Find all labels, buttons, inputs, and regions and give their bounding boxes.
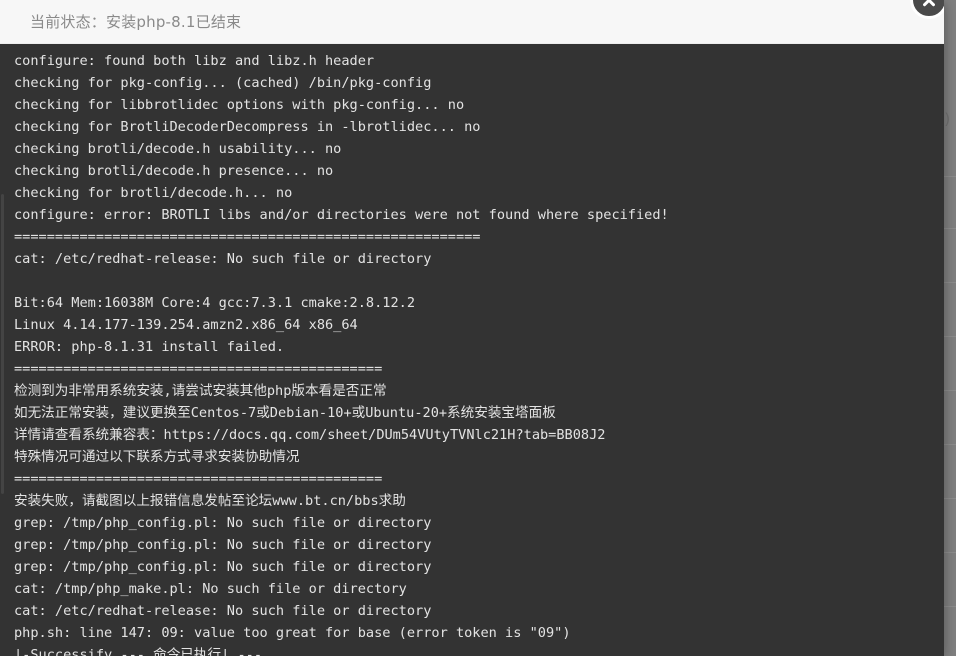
install-log-dialog: 当前状态：安装php-8.1已结束 configure: found both … bbox=[0, 0, 944, 656]
terminal-line: 检测到为非常用系统安装,请尝试安装其他php版本看是否正常 bbox=[14, 383, 387, 399]
terminal-scrollbar[interactable] bbox=[0, 44, 5, 656]
terminal-line: 如无法正常安装，建议更换至Centos-7或Debian-10+或Ubuntu-… bbox=[14, 405, 556, 421]
terminal-line: ========================================… bbox=[14, 471, 383, 487]
terminal-line: cat: /etc/redhat-release: No such file o… bbox=[14, 251, 432, 267]
terminal-line: php.sh: line 147: 09: value too great fo… bbox=[14, 625, 571, 641]
terminal-line: grep: /tmp/php_config.pl: No such file o… bbox=[14, 537, 432, 553]
terminal-line: checking for pkg-config... (cached) /bin… bbox=[14, 75, 432, 91]
terminal-output-panel[interactable]: configure: found both libz and libz.h he… bbox=[0, 44, 944, 656]
terminal-line: configure: found both libz and libz.h he… bbox=[14, 53, 375, 69]
dialog-header: 当前状态：安装php-8.1已结束 bbox=[0, 0, 944, 44]
terminal-line: checking brotli/decode.h presence... no bbox=[14, 163, 334, 179]
terminal-line: Linux 4.14.177-139.254.amzn2.x86_64 x86_… bbox=[14, 317, 358, 333]
terminal-line: checking for brotli/decode.h... no bbox=[14, 185, 293, 201]
current-status-title: 当前状态：安装php-8.1已结束 bbox=[30, 13, 242, 31]
terminal-line: cat: /tmp/php_make.pl: No such file or d… bbox=[14, 581, 407, 597]
terminal-line: grep: /tmp/php_config.pl: No such file o… bbox=[14, 559, 432, 575]
terminal-line: ========================================… bbox=[14, 361, 383, 377]
terminal-line: cat: /etc/redhat-release: No such file o… bbox=[14, 603, 432, 619]
background-glyph: ) bbox=[942, 110, 952, 128]
terminal-line: 特殊情况可通过以下联系方式寻求安装协助情况 bbox=[14, 449, 300, 465]
terminal-scrollbar-thumb[interactable] bbox=[1, 194, 4, 494]
terminal-line: grep: /tmp/php_config.pl: No such file o… bbox=[14, 515, 432, 531]
terminal-line: Bit:64 Mem:16038M Core:4 gcc:7.3.1 cmake… bbox=[14, 295, 416, 311]
terminal-line: ========================================… bbox=[14, 229, 481, 245]
terminal-line: checking for libbrotlidec options with p… bbox=[14, 97, 465, 113]
terminal-line: checking for BrotliDecoderDecompress in … bbox=[14, 119, 481, 135]
terminal-line: |-Successify --- 命令已执行| --- bbox=[14, 647, 263, 656]
terminal-line: 安装失败，请截图以上报错信息发帖至论坛www.bt.cn/bbs求助 bbox=[14, 493, 406, 509]
terminal-line: ERROR: php-8.1.31 install failed. bbox=[14, 339, 285, 355]
terminal-line: configure: error: BROTLI libs and/or dir… bbox=[14, 207, 669, 223]
terminal-line: checking brotli/decode.h usability... no bbox=[14, 141, 342, 157]
terminal-log: configure: found both libz and libz.h he… bbox=[0, 50, 944, 656]
terminal-line: 详情请查看系统兼容表：https://docs.qq.com/sheet/DUm… bbox=[14, 427, 606, 443]
